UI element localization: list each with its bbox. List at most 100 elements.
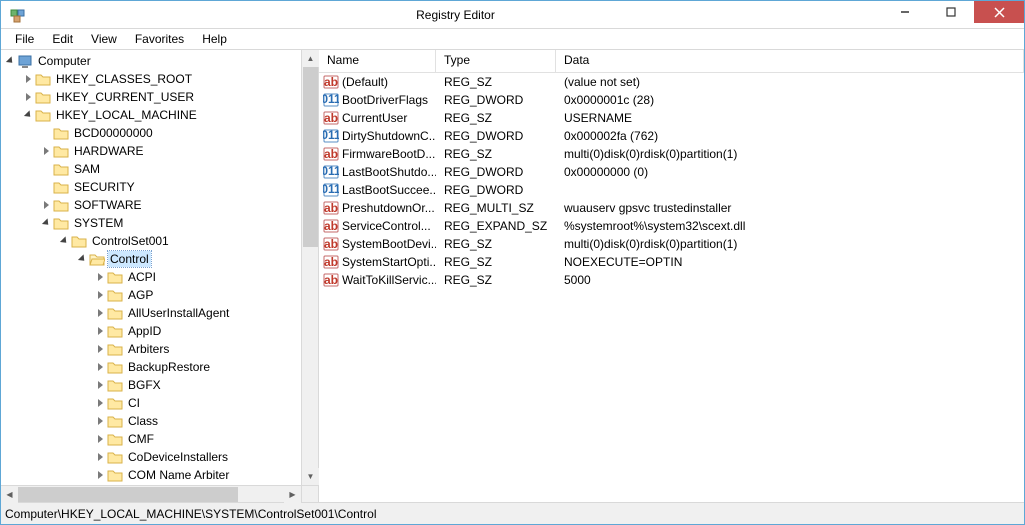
scroll-up-icon[interactable]: ▲ <box>302 50 319 67</box>
tree-hkcr[interactable]: HKEY_CLASSES_ROOT <box>21 70 318 88</box>
tree-cs001[interactable]: ControlSet001 <box>57 232 318 250</box>
chevron-right-icon[interactable] <box>93 432 107 446</box>
tree-hardware[interactable]: HARDWARE <box>39 142 318 160</box>
chevron-right-icon[interactable] <box>21 90 35 104</box>
chevron-down-icon[interactable] <box>39 216 53 230</box>
folder-icon <box>107 450 123 464</box>
string-icon <box>323 254 339 270</box>
header-data[interactable]: Data <box>556 50 1024 72</box>
string-icon <box>323 218 339 234</box>
menu-view[interactable]: View <box>83 30 125 48</box>
chevron-right-icon[interactable] <box>93 342 107 356</box>
chevron-right-icon[interactable] <box>93 324 107 338</box>
tree-item[interactable]: Class <box>93 412 318 430</box>
value-name: BootDriverFlags <box>342 93 428 107</box>
value-row[interactable]: PreshutdownOr...REG_MULTI_SZwuauserv gps… <box>319 199 1024 217</box>
value-row[interactable]: WaitToKillServic...REG_SZ5000 <box>319 271 1024 289</box>
folder-icon <box>107 396 123 410</box>
close-button[interactable] <box>974 1 1024 23</box>
value-row[interactable]: DirtyShutdownC...REG_DWORD0x000002fa (76… <box>319 127 1024 145</box>
chevron-right-icon[interactable] <box>93 270 107 284</box>
chevron-right-icon[interactable] <box>93 396 107 410</box>
tree-item[interactable]: Arbiters <box>93 340 318 358</box>
registry-tree[interactable]: Computer HKEY_CLASSES_ROOT HKEY_CURRENT_… <box>1 50 318 502</box>
tree-hklm[interactable]: HKEY_LOCAL_MACHINE <box>21 106 318 124</box>
tree-control[interactable]: Control <box>75 250 318 268</box>
chevron-right-icon[interactable] <box>39 144 53 158</box>
tree-hscrollbar[interactable]: ◀ ▶ <box>1 485 301 502</box>
tree-item[interactable]: ACPI <box>93 268 318 286</box>
value-type: REG_DWORD <box>436 93 556 107</box>
tree-item[interactable]: AllUserInstallAgent <box>93 304 318 322</box>
value-row[interactable]: CurrentUserREG_SZUSERNAME <box>319 109 1024 127</box>
tree-item[interactable]: BackupRestore <box>93 358 318 376</box>
window-title: Registry Editor <box>29 8 882 22</box>
maximize-button[interactable] <box>928 1 974 23</box>
menu-help[interactable]: Help <box>194 30 235 48</box>
tree-hkcu[interactable]: HKEY_CURRENT_USER <box>21 88 318 106</box>
status-path: Computer\HKEY_LOCAL_MACHINE\SYSTEM\Contr… <box>5 507 376 521</box>
chevron-right-icon[interactable] <box>93 450 107 464</box>
value-data: 0x0000001c (28) <box>556 93 1024 107</box>
scroll-left-icon[interactable]: ◀ <box>1 486 18 503</box>
value-row[interactable]: SystemBootDevi...REG_SZmulti(0)disk(0)rd… <box>319 235 1024 253</box>
folder-icon <box>107 378 123 392</box>
tree-security[interactable]: SECURITY <box>39 178 318 196</box>
values-list[interactable]: (Default)REG_SZ(value not set)BootDriver… <box>319 73 1024 502</box>
regedit-icon <box>7 4 29 26</box>
header-name[interactable]: Name <box>319 50 436 72</box>
tree-item[interactable]: BGFX <box>93 376 318 394</box>
menu-favorites[interactable]: Favorites <box>127 30 192 48</box>
value-row[interactable]: BootDriverFlags REG_DWORD0x0000001c (28) <box>319 91 1024 109</box>
header-type[interactable]: Type <box>436 50 556 72</box>
chevron-right-icon[interactable] <box>93 306 107 320</box>
string-icon <box>323 146 339 162</box>
tree-system[interactable]: SYSTEM <box>39 214 318 232</box>
scroll-thumb[interactable] <box>303 67 318 247</box>
chevron-right-icon[interactable] <box>93 414 107 428</box>
tree-item[interactable]: CMF <box>93 430 318 448</box>
tree-software[interactable]: SOFTWARE <box>39 196 318 214</box>
chevron-down-icon[interactable] <box>75 252 89 266</box>
chevron-right-icon[interactable] <box>93 468 107 482</box>
chevron-right-icon[interactable] <box>93 378 107 392</box>
scroll-right-icon[interactable]: ▶ <box>284 486 301 503</box>
chevron-right-icon[interactable] <box>93 360 107 374</box>
value-type: REG_MULTI_SZ <box>436 201 556 215</box>
value-row[interactable]: FirmwareBootD...REG_SZmulti(0)disk(0)rdi… <box>319 145 1024 163</box>
scroll-thumb[interactable] <box>18 487 238 502</box>
tree-item[interactable]: CI <box>93 394 318 412</box>
menu-edit[interactable]: Edit <box>44 30 81 48</box>
tree-item[interactable]: AGP <box>93 286 318 304</box>
dword-icon <box>323 92 339 108</box>
folder-icon <box>53 126 69 140</box>
folder-icon <box>53 216 69 230</box>
chevron-down-icon[interactable] <box>3 54 17 68</box>
folder-icon <box>71 234 87 248</box>
tree-item[interactable]: AppID <box>93 322 318 340</box>
scroll-down-icon[interactable]: ▼ <box>302 468 319 485</box>
dword-icon <box>323 182 339 198</box>
value-row[interactable]: LastBootSuccee...REG_DWORD <box>319 181 1024 199</box>
folder-icon <box>107 342 123 356</box>
chevron-right-icon[interactable] <box>21 72 35 86</box>
tree-item[interactable]: CoDeviceInstallers <box>93 448 318 466</box>
value-row[interactable]: ServiceControl...REG_EXPAND_SZ%systemroo… <box>319 217 1024 235</box>
tree-item[interactable]: COM Name Arbiter <box>93 466 318 484</box>
value-data: USERNAME <box>556 111 1024 125</box>
tree-vscrollbar[interactable]: ▲ ▼ <box>301 50 318 485</box>
tree-bcd[interactable]: BCD00000000 <box>39 124 318 142</box>
menu-file[interactable]: File <box>7 30 42 48</box>
chevron-down-icon[interactable] <box>21 108 35 122</box>
value-row[interactable]: (Default)REG_SZ(value not set) <box>319 73 1024 91</box>
minimize-button[interactable] <box>882 1 928 23</box>
chevron-right-icon[interactable] <box>93 288 107 302</box>
value-name: DirtyShutdownC... <box>342 129 436 143</box>
value-row[interactable]: LastBootShutdo...REG_DWORD0x00000000 (0) <box>319 163 1024 181</box>
string-icon <box>323 74 339 90</box>
chevron-down-icon[interactable] <box>57 234 71 248</box>
value-row[interactable]: SystemStartOpti...REG_SZ NOEXECUTE=OPTIN <box>319 253 1024 271</box>
chevron-right-icon[interactable] <box>39 198 53 212</box>
tree-sam[interactable]: SAM <box>39 160 318 178</box>
tree-root[interactable]: Computer <box>3 52 318 70</box>
